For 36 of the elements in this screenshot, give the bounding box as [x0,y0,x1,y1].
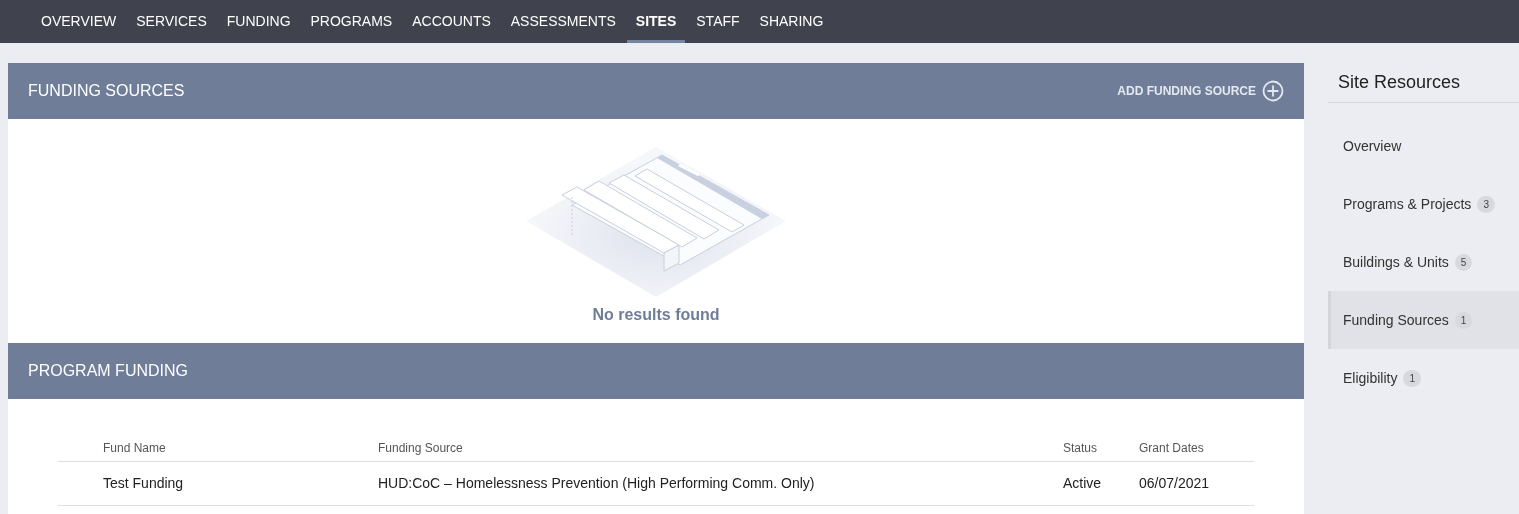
count-badge: 1 [1403,369,1422,387]
table-cell-text: Test Funding [103,474,185,493]
item-label: Funding Sources [1343,310,1449,330]
item-label: Buildings & Units [1343,252,1449,272]
nav-tab[interactable]: SITES [626,0,686,43]
nav-tab[interactable]: FUNDING [217,0,300,43]
column-header: Funding Source [378,440,464,457]
column-header: Grant Dates [1139,440,1205,457]
table-cell-text: Active [1063,474,1103,493]
plus-circle-icon [1262,80,1284,102]
sidebar-item[interactable]: Overview [1328,117,1519,175]
nav-tab[interactable]: STAFF [687,0,749,43]
section-title: PROGRAM FUNDING [28,361,188,381]
column-header: Fund Name [103,440,167,457]
count-badge: 3 [1477,195,1495,213]
nav-tab[interactable]: ASSESSMENTS [501,0,625,43]
sidebar-item[interactable]: Funding Sources 1 [1328,291,1519,349]
item-label: Programs & Projects [1343,194,1472,214]
item-label: Overview [1343,136,1402,156]
table-cell-text: HUD:CoC – Homelessness Prevention (High Performing Comm. Only) [378,474,816,493]
sidebar-item[interactable]: Buildings & Units 5 [1328,233,1519,291]
sidebar-title: Site Resources [1338,72,1461,92]
sidebar-item[interactable]: Eligibility 1 [1328,349,1519,407]
nav-tab[interactable]: PROGRAMS [301,0,402,43]
nav-tab[interactable]: ACCOUNTS [403,0,500,43]
nav-tab[interactable]: OVERVIEW [32,0,126,43]
section-title: FUNDING SOURCES [28,81,185,101]
nav-tab[interactable]: SERVICES [127,0,216,43]
empty-message: No results found [592,305,720,325]
table-cell-text: 06/07/2021 [1139,474,1211,493]
nav-tab[interactable]: SHARING [750,0,833,43]
count-badge: 1 [1454,311,1473,329]
column-header: Status [1063,440,1099,457]
item-label: Eligibility [1343,368,1398,388]
count-badge: 5 [1454,253,1473,271]
sidebar-item[interactable]: Programs & Projects 3 [1328,175,1519,233]
